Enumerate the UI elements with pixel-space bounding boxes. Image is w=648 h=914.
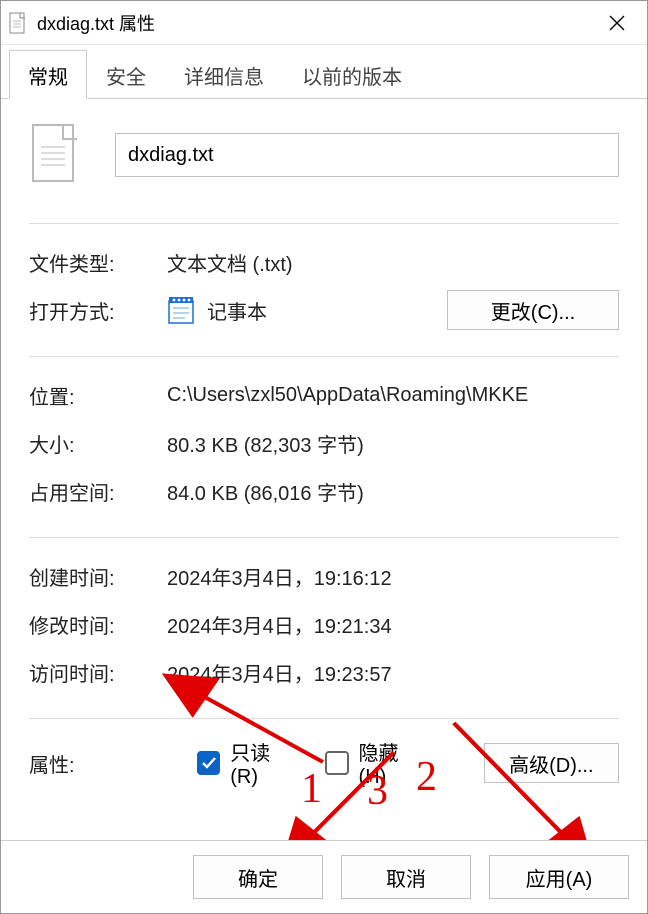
accessed-value: 2024年3月4日，19:23:57 [167, 658, 619, 687]
location-label: 位置: [29, 381, 167, 410]
titlebar: dxdiag.txt 属性 [1, 1, 647, 45]
readonly-checkbox[interactable]: 只读(R) [197, 737, 295, 789]
hidden-checkbox[interactable]: 隐藏(H) [325, 737, 423, 789]
attributes-label: 属性: [29, 749, 167, 778]
change-button[interactable]: 更改(C)... [447, 290, 619, 330]
advanced-button[interactable]: 高级(D)... [484, 743, 619, 783]
properties-dialog: dxdiag.txt 属性 常规 安全 详细信息 以前的版本 [0, 0, 648, 914]
hidden-label: 隐藏(H) [359, 737, 424, 789]
divider [29, 718, 619, 719]
open-with-label: 打开方式: [29, 296, 167, 325]
location-value: C:\Users\zxl50\AppData\Roaming\MKKE [167, 384, 619, 407]
filename-input[interactable] [115, 133, 619, 177]
notepad-icon [167, 295, 195, 325]
ok-button[interactable]: 确定 [193, 855, 323, 899]
created-value: 2024年3月4日，19:16:12 [167, 562, 619, 591]
file-icon [9, 12, 27, 34]
filename-row [29, 123, 619, 187]
tab-strip: 常规 安全 详细信息 以前的版本 [1, 45, 647, 99]
disk-size-label: 占用空间: [29, 477, 167, 506]
annotation-overlay: 1 2 3 [1, 99, 647, 840]
divider [29, 223, 619, 224]
window-title: dxdiag.txt 属性 [37, 10, 595, 36]
modified-value: 2024年3月4日，19:21:34 [167, 610, 619, 639]
filetype-value: 文本文档 (.txt) [167, 248, 619, 277]
tab-previous-versions[interactable]: 以前的版本 [283, 50, 421, 99]
dialog-footer: 确定 取消 应用(A) [1, 840, 647, 913]
readonly-label: 只读(R) [230, 737, 295, 789]
tab-security[interactable]: 安全 [87, 50, 165, 99]
tab-content-general: 文件类型: 文本文档 (.txt) 打开方式: [1, 99, 647, 840]
size-label: 大小: [29, 429, 167, 458]
accessed-label: 访问时间: [29, 658, 167, 687]
tab-details[interactable]: 详细信息 [165, 50, 283, 99]
filetype-label: 文件类型: [29, 248, 167, 277]
disk-size-value: 84.0 KB (86,016 字节) [167, 477, 619, 506]
divider [29, 356, 619, 357]
divider [29, 537, 619, 538]
open-with-value: 记事本 [207, 296, 267, 325]
created-label: 创建时间: [29, 562, 167, 591]
tab-general[interactable]: 常规 [9, 50, 87, 99]
close-button[interactable] [595, 1, 639, 45]
size-value: 80.3 KB (82,303 字节) [167, 429, 619, 458]
modified-label: 修改时间: [29, 610, 167, 639]
checkbox-icon [325, 751, 348, 775]
apply-button[interactable]: 应用(A) [489, 855, 629, 899]
file-icon-large [29, 123, 85, 187]
checkbox-icon [197, 751, 220, 775]
cancel-button[interactable]: 取消 [341, 855, 471, 899]
